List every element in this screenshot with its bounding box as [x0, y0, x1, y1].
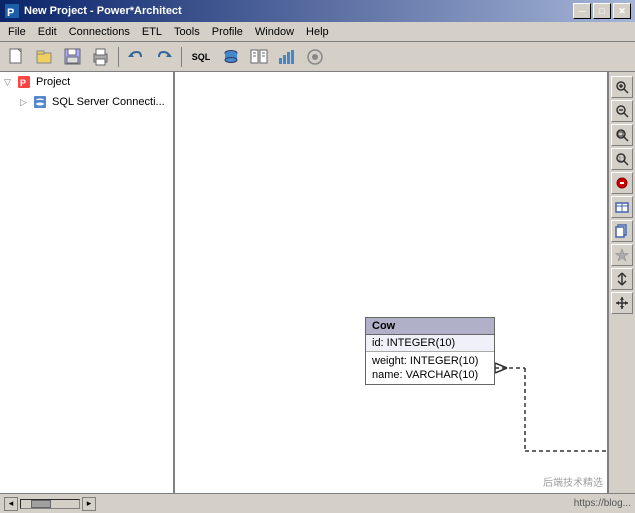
window-controls[interactable]: ─ □ ✕ — [573, 3, 631, 19]
scroll-left-btn[interactable]: ◂ — [4, 497, 18, 511]
menu-connections[interactable]: Connections — [63, 24, 136, 40]
toolbar-compare[interactable] — [246, 45, 272, 69]
save-icon — [64, 48, 82, 66]
toolbar-sep-2 — [181, 47, 182, 67]
toolbar-print[interactable] — [88, 45, 114, 69]
maximize-button[interactable]: □ — [593, 3, 611, 19]
menu-etl[interactable]: ETL — [136, 24, 168, 40]
cow-field-weight: weight: INTEGER(10) — [372, 354, 488, 368]
copy-button[interactable] — [611, 220, 633, 242]
horizontal-scrollbar[interactable]: ◂ ▸ — [4, 497, 96, 511]
zoom-in-button[interactable] — [611, 76, 633, 98]
cow-pk-row: id: INTEGER(10) — [366, 335, 494, 352]
compare-icon — [250, 48, 268, 66]
menu-bar: File Edit Connections ETL Tools Profile … — [0, 22, 635, 42]
zoom-in-icon — [615, 80, 629, 94]
menu-file[interactable]: File — [2, 24, 32, 40]
toolbar-undo[interactable] — [123, 45, 149, 69]
scroll-right-btn[interactable]: ▸ — [82, 497, 96, 511]
star-button[interactable] — [611, 244, 633, 266]
zoom-fit-icon — [615, 128, 629, 142]
new-icon — [8, 48, 26, 66]
move-button[interactable] — [611, 292, 633, 314]
app-icon: P — [4, 3, 20, 19]
tree-expand-project[interactable]: ▽ — [4, 77, 16, 88]
toolbar-prefs[interactable] — [302, 45, 328, 69]
zoom-actual-icon: 1:1 — [615, 152, 629, 166]
right-toolbar: 1:1 — [607, 72, 635, 493]
print-icon — [92, 48, 110, 66]
open-icon — [36, 48, 54, 66]
tree-project-label: Project — [36, 76, 70, 88]
status-watermark: https://blog... — [574, 498, 631, 509]
svg-text:P: P — [7, 7, 14, 19]
project-icon: P — [16, 74, 32, 90]
watermark: 后端技术精选 — [543, 474, 603, 489]
move-icon — [615, 296, 629, 310]
tree-expand-conn[interactable]: ▷ — [20, 97, 32, 108]
redo-icon — [155, 48, 173, 66]
main-area: ▽ P Project ▷ SQL Server Connecti... — [0, 72, 635, 493]
toolbar-sep-1 — [118, 47, 119, 67]
er-table-cow[interactable]: Cow id: INTEGER(10) weight: INTEGER(10) … — [365, 317, 495, 385]
svg-text:P: P — [20, 78, 26, 88]
toolbar-redo[interactable] — [151, 45, 177, 69]
prefs-icon — [306, 48, 324, 66]
star-icon — [615, 248, 629, 262]
remove-icon — [615, 176, 629, 190]
title-bar: P New Project - Power*Architect ─ □ ✕ — [0, 0, 635, 22]
diagram-canvas[interactable]: Cow id: INTEGER(10) weight: INTEGER(10) … — [175, 72, 607, 493]
svg-text:1:1: 1:1 — [619, 157, 626, 163]
layout-icon — [615, 272, 629, 286]
toolbar-profile-btn[interactable] — [274, 45, 300, 69]
close-button[interactable]: ✕ — [613, 3, 631, 19]
menu-edit[interactable]: Edit — [32, 24, 63, 40]
tree-item-project[interactable]: ▽ P Project — [0, 72, 173, 92]
zoom-out-icon — [615, 104, 629, 118]
copy-icon — [615, 224, 629, 238]
menu-tools[interactable]: Tools — [168, 24, 206, 40]
toolbar-open[interactable] — [32, 45, 58, 69]
window-title: New Project - Power*Architect — [24, 5, 182, 17]
menu-window[interactable]: Window — [249, 24, 300, 40]
zoom-actual-button[interactable]: 1:1 — [611, 148, 633, 170]
status-bar: ◂ ▸ https://blog... — [0, 493, 635, 513]
menu-help[interactable]: Help — [300, 24, 335, 40]
title-bar-left: P New Project - Power*Architect — [4, 3, 182, 19]
project-tree: ▽ P Project ▷ SQL Server Connecti... — [0, 72, 175, 493]
add-table-button[interactable] — [611, 196, 633, 218]
cow-table-body: weight: INTEGER(10) name: VARCHAR(10) — [366, 352, 494, 384]
cow-table-header: Cow — [366, 318, 494, 335]
undo-icon — [127, 48, 145, 66]
tree-item-connection[interactable]: ▷ SQL Server Connecti... — [0, 92, 173, 112]
add-table-icon — [615, 200, 629, 214]
zoom-out-button[interactable] — [611, 100, 633, 122]
menu-profile[interactable]: Profile — [206, 24, 249, 40]
tree-conn-label: SQL Server Connecti... — [52, 96, 165, 108]
zoom-fit-button[interactable] — [611, 124, 633, 146]
db-tree-icon — [32, 94, 48, 110]
db-icon — [222, 48, 240, 66]
remove-button[interactable] — [611, 172, 633, 194]
cow-field-name: name: VARCHAR(10) — [372, 368, 488, 382]
toolbar-sql[interactable]: SQL — [186, 45, 216, 69]
scroll-track-h[interactable] — [20, 499, 80, 509]
minimize-button[interactable]: ─ — [573, 3, 591, 19]
toolbar-save[interactable] — [60, 45, 86, 69]
profile-icon — [278, 48, 296, 66]
connector-layer — [175, 72, 607, 493]
toolbar: SQL — [0, 42, 635, 72]
layout-button[interactable] — [611, 268, 633, 290]
toolbar-db[interactable] — [218, 45, 244, 69]
toolbar-new[interactable] — [4, 45, 30, 69]
